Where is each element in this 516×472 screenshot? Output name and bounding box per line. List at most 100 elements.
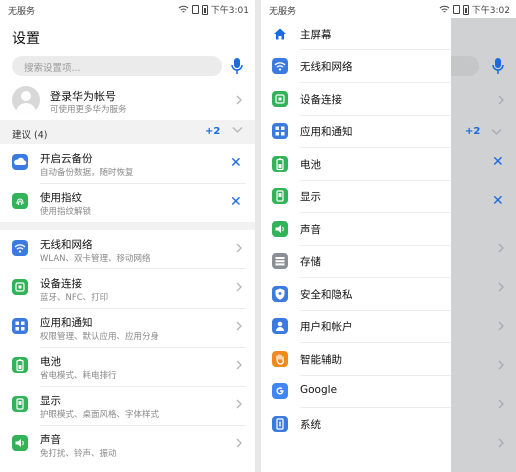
settings-item-subtitle: 权限管理、默认应用、应用分身 bbox=[40, 332, 160, 342]
google-icon bbox=[272, 383, 288, 399]
battery-icon bbox=[12, 357, 28, 373]
battery-icon bbox=[272, 156, 288, 172]
settings-item-title: 电池 bbox=[40, 356, 61, 368]
drawer-item-wireless[interactable]: 无线和网络 bbox=[261, 50, 451, 82]
drawer-item-google[interactable]: Google bbox=[261, 375, 451, 407]
wifi-signal-icon bbox=[178, 5, 189, 13]
home-icon bbox=[272, 26, 288, 42]
chevron-right-icon bbox=[498, 360, 504, 370]
carrier-label: 无服务 bbox=[8, 7, 36, 17]
suggestions-count: +2 bbox=[205, 126, 221, 137]
drawer-item-apps[interactable]: 应用和通知 bbox=[261, 115, 451, 147]
drawer-item-battery[interactable]: 电池 bbox=[261, 148, 451, 180]
search-placeholder: 搜索设置项... bbox=[24, 63, 81, 74]
dismiss-icon[interactable]: ✕ bbox=[230, 155, 242, 171]
settings-item-wireless[interactable]: 无线和网络 WLAN、双卡管理、移动网络 bbox=[0, 230, 255, 270]
system-indicators: 下午3:02 bbox=[439, 3, 510, 16]
display-icon bbox=[272, 188, 288, 204]
cloud-backup-icon bbox=[12, 154, 28, 170]
sim-icon bbox=[191, 5, 199, 14]
settings-item-subtitle: WLAN、双卡管理、移动网络 bbox=[40, 254, 151, 264]
suggestion-title: 使用指纹 bbox=[40, 192, 82, 204]
account-subtitle: 可使用更多华为服务 bbox=[50, 105, 127, 115]
chevron-right-icon bbox=[236, 360, 242, 370]
battery-status-icon bbox=[201, 4, 208, 15]
carrier-label: 无服务 bbox=[269, 7, 297, 17]
drawer-item-home[interactable]: 主屏幕 bbox=[261, 18, 451, 50]
chevron-right-icon bbox=[498, 321, 504, 331]
settings-item-subtitle: 省电模式、耗电排行 bbox=[40, 371, 117, 381]
drawer-item-sound[interactable]: 声音 bbox=[261, 213, 451, 245]
sim-icon bbox=[452, 5, 460, 14]
apps-icon bbox=[272, 123, 288, 139]
clock: 下午3:02 bbox=[471, 6, 510, 16]
drawer-item-label: 智能辅助 bbox=[300, 354, 342, 366]
drawer-item-display[interactable]: 显示 bbox=[261, 180, 451, 212]
suggestion-cloud-backup[interactable]: 开启云备份 自动备份数据，随时恢复 ✕ bbox=[0, 144, 255, 184]
drawer-item-label: 显示 bbox=[300, 191, 321, 203]
fingerprint-icon bbox=[12, 193, 28, 209]
status-bar: 无服务 下午3:02 bbox=[261, 0, 516, 18]
settings-item-title: 声音 bbox=[40, 434, 61, 446]
drawer-item-smart-assist[interactable]: 智能辅助 bbox=[261, 343, 451, 375]
drawer-item-users[interactable]: 用户和帐户 bbox=[261, 310, 451, 342]
drawer-item-label: Google bbox=[300, 384, 338, 396]
settings-item-subtitle: 蓝牙、NFC、打印 bbox=[40, 293, 109, 303]
drawer-item-label: 应用和通知 bbox=[300, 126, 353, 138]
search-input[interactable]: 搜索设置项... bbox=[12, 56, 222, 76]
system-indicators: 下午3:01 bbox=[178, 3, 249, 16]
section-gap bbox=[0, 222, 255, 230]
settings-item-subtitle: 免打扰、铃声、振动 bbox=[40, 449, 117, 459]
chevron-down-icon[interactable] bbox=[232, 126, 243, 134]
microphone-icon[interactable] bbox=[230, 56, 244, 76]
chevron-right-icon bbox=[498, 95, 504, 105]
user-icon bbox=[272, 318, 288, 334]
settings-item-display[interactable]: 显示 护眼模式、桌面风格、字体样式 bbox=[0, 386, 255, 426]
settings-item-device-connection[interactable]: 设备连接 蓝牙、NFC、打印 bbox=[0, 269, 255, 309]
drawer-item-storage[interactable]: 存储 bbox=[261, 245, 451, 277]
chevron-right-icon bbox=[236, 243, 242, 253]
dismiss-icon[interactable]: ✕ bbox=[230, 194, 242, 210]
chevron-right-icon bbox=[236, 321, 242, 331]
suggestion-subtitle: 使用指纹解锁 bbox=[40, 207, 92, 217]
dismiss-icon: ✕ bbox=[492, 193, 504, 209]
drawer-item-device-connection[interactable]: 设备连接 bbox=[261, 83, 451, 115]
suggestions-count: +2 bbox=[465, 126, 481, 137]
dismiss-icon: ✕ bbox=[492, 154, 504, 170]
system-icon bbox=[272, 416, 288, 432]
microphone-icon bbox=[492, 58, 504, 74]
chevron-right-icon bbox=[236, 282, 242, 292]
sound-icon bbox=[272, 221, 288, 237]
settings-item-apps[interactable]: 应用和通知 权限管理、默认应用、应用分身 bbox=[0, 308, 255, 348]
chevron-right-icon bbox=[498, 399, 504, 409]
settings-item-title: 显示 bbox=[40, 395, 61, 407]
clock: 下午3:01 bbox=[210, 6, 249, 16]
dimmed-overlay[interactable]: +2 ✕ ✕ bbox=[441, 18, 516, 472]
chevron-right-icon bbox=[236, 438, 242, 448]
suggestions-label: 建议 (4) bbox=[12, 130, 48, 141]
settings-item-title: 无线和网络 bbox=[40, 239, 93, 251]
device-connection-icon bbox=[272, 91, 288, 107]
settings-screen: 无服务 下午3:01 设置 搜索设置项... 登录华为帐号 可使用更多华为服务 … bbox=[0, 0, 255, 472]
drawer-item-label: 无线和网络 bbox=[300, 61, 353, 73]
account-row[interactable]: 登录华为帐号 可使用更多华为服务 bbox=[0, 84, 255, 120]
drawer-item-label: 主屏幕 bbox=[300, 29, 332, 41]
suggestions-header[interactable]: 建议 (4) +2 bbox=[0, 120, 255, 144]
wifi-signal-icon bbox=[439, 5, 450, 13]
settings-item-title: 应用和通知 bbox=[40, 317, 93, 329]
settings-item-battery[interactable]: 电池 省电模式、耗电排行 bbox=[0, 347, 255, 387]
settings-item-title: 设备连接 bbox=[40, 278, 82, 290]
drawer-item-system[interactable]: 系统 bbox=[261, 408, 451, 440]
suggestion-title: 开启云备份 bbox=[40, 153, 93, 165]
status-bar: 无服务 下午3:01 bbox=[0, 0, 255, 18]
storage-icon bbox=[272, 253, 288, 269]
settings-item-sound[interactable]: 声音 免打扰、铃声、振动 bbox=[0, 425, 255, 465]
chevron-right-icon bbox=[498, 438, 504, 448]
suggestion-subtitle: 自动备份数据，随时恢复 bbox=[40, 168, 134, 178]
drawer-item-security[interactable]: 安全和隐私 bbox=[261, 278, 451, 310]
apps-icon bbox=[12, 318, 28, 334]
suggestion-fingerprint[interactable]: 使用指纹 使用指纹解锁 ✕ bbox=[0, 183, 255, 223]
chevron-down-icon bbox=[491, 129, 502, 135]
chevron-right-icon bbox=[236, 95, 242, 105]
account-title: 登录华为帐号 bbox=[50, 90, 116, 103]
